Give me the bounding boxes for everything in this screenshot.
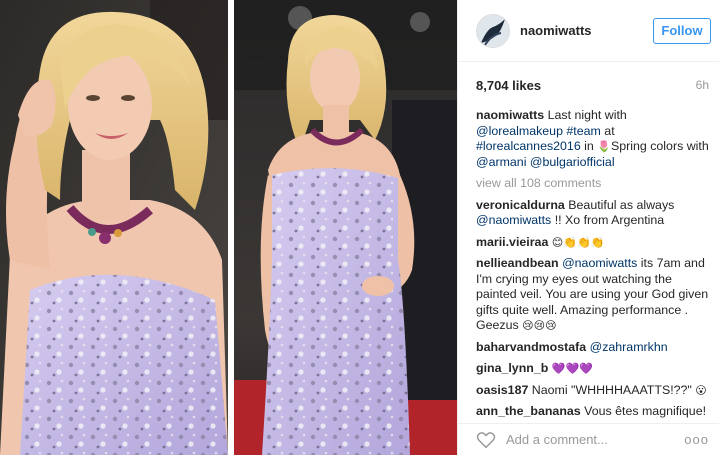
view-all-comments-link[interactable]: view all 108 comments	[476, 176, 709, 192]
caption-mention-lorealmakeup[interactable]: @lorealmakeup	[476, 124, 563, 138]
comments-list: naomiwatts Last night with @lorealmakeup…	[458, 108, 719, 420]
photo-right-panel	[234, 0, 457, 455]
tulip-emoji-icon: 🌷	[597, 140, 611, 153]
comment-item: nellieandbean @naomiwatts its 7am and I'…	[476, 256, 709, 334]
caption-hashtag-lorealcannes2016[interactable]: #lorealcannes2016	[476, 139, 581, 153]
caption-username[interactable]: naomiwatts	[476, 108, 544, 122]
caption-mention-bulgari[interactable]: @bulgariofficial	[526, 155, 615, 169]
post-photo[interactable]	[0, 0, 457, 455]
purple-heart-emoji-icon: 💜💜💜	[551, 362, 593, 375]
instagram-post: naomiwatts Follow 8,704 likes 6h naomiwa…	[0, 0, 719, 455]
clap-emoji-icon: 😊👏👏👏	[551, 235, 605, 249]
comment-text-2: !! Xo from Argentina	[551, 213, 665, 227]
caption-text-1: Last night with	[544, 108, 627, 122]
comment-item: ann_the_bananas Vous êtes magnifique!	[476, 404, 709, 420]
post-photo-illustration	[0, 0, 457, 455]
comment-mention[interactable]: @zahramrkhn	[586, 340, 668, 354]
comment-item: baharvandmostafa @zahramrkhn	[476, 340, 709, 356]
comment-item: gina_lynn_b 💜💜💜	[476, 361, 709, 377]
comment-username[interactable]: ann_the_bananas	[476, 404, 581, 418]
heart-icon[interactable]	[476, 431, 496, 449]
more-options-icon[interactable]: ooo	[684, 432, 709, 447]
comment-item: oasis187 Naomi "WHHHHAAATTS!??" 😮	[476, 383, 709, 399]
post-header: naomiwatts Follow	[458, 0, 719, 62]
comment-text: Vous êtes magnifique!	[580, 404, 707, 418]
crying-emoji-icon: 😢😢😢	[522, 319, 557, 332]
comment-text: Naomi "WHHHHAAATTS!??"	[528, 382, 696, 397]
add-comment-input[interactable]: Add a comment...	[506, 432, 684, 447]
caption-text-3: in	[580, 139, 598, 153]
likes-count[interactable]: 8,704 likes	[476, 78, 541, 93]
post-meta: 8,704 likes 6h	[458, 62, 719, 108]
post-username[interactable]: naomiwatts	[520, 23, 653, 38]
caption-text-2: at	[600, 123, 615, 138]
avatar[interactable]	[476, 13, 510, 48]
comment-username[interactable]: oasis187	[476, 383, 528, 397]
avatar-image	[477, 14, 509, 47]
surprised-emoji-icon: 😮	[695, 383, 707, 397]
comment-mention[interactable]: @naomiwatts	[476, 213, 551, 227]
comment-username[interactable]: baharvandmostafa	[476, 340, 586, 354]
comment-item: marii.vieiraa 😊👏👏👏	[476, 235, 709, 251]
photo-left-panel	[0, 0, 228, 455]
post-sidebar: naomiwatts Follow 8,704 likes 6h naomiwa…	[457, 0, 719, 455]
caption-text-4: Spring colors with	[610, 139, 709, 153]
comment-username[interactable]: nellieandbean	[476, 256, 559, 270]
caption-mention-armani[interactable]: @armani	[476, 155, 526, 169]
comment-username[interactable]: gina_lynn_b	[476, 361, 548, 375]
comment-mention[interactable]: @naomiwatts	[559, 256, 637, 270]
comment-bar: Add a comment... ooo	[458, 423, 719, 455]
post-timestamp[interactable]: 6h	[696, 78, 709, 92]
follow-button[interactable]: Follow	[653, 17, 711, 44]
caption-hashtag-team[interactable]: #team	[563, 124, 600, 138]
caption: naomiwatts Last night with @lorealmakeup…	[476, 108, 709, 170]
comment-text: Beautiful as always	[564, 197, 675, 212]
comment-username[interactable]: veronicaldurna	[476, 198, 565, 212]
comment-item: veronicaldurna Beautiful as always @naom…	[476, 198, 709, 229]
comment-username[interactable]: marii.vieiraa	[476, 235, 548, 249]
